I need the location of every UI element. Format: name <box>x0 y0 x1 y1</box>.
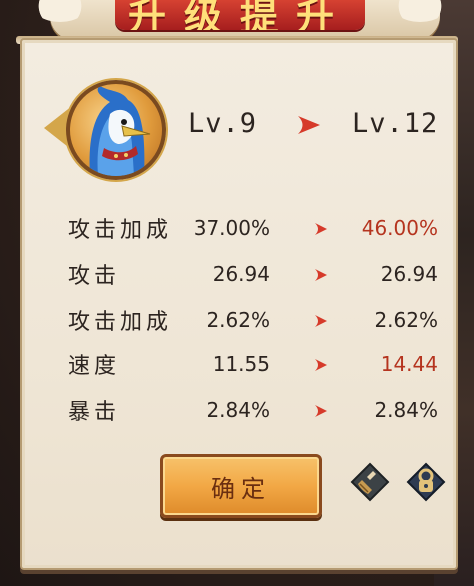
stat-row: 速度 11.55 14.44 <box>0 348 474 388</box>
level-next: Lv.12 <box>352 108 439 139</box>
level-current: Lv.9 <box>188 108 258 139</box>
confirm-button[interactable]: 确定 <box>160 454 322 518</box>
stat-name: 攻击 <box>68 264 121 289</box>
arrow-right-icon <box>315 315 327 327</box>
stat-old-value: 2.62% <box>206 308 270 332</box>
stat-old-value: 26.94 <box>212 262 270 286</box>
stat-name: 攻击加成 <box>68 218 173 243</box>
stat-new-value: 46.00% <box>361 216 438 240</box>
arrow-right-icon <box>315 359 327 371</box>
stat-new-value: 14.44 <box>380 352 438 376</box>
lock-icon[interactable] <box>406 462 446 502</box>
avatar <box>44 80 166 180</box>
stat-old-value: 37.00% <box>193 216 270 240</box>
stat-old-value: 11.55 <box>212 352 270 376</box>
arrow-right-icon <box>315 405 327 417</box>
arrow-right-icon <box>315 223 327 235</box>
stat-row: 攻击 26.94 26.94 <box>0 258 474 298</box>
stat-new-value: 2.84% <box>374 398 438 422</box>
stat-row: 暴击 2.84% 2.84% <box>0 394 474 434</box>
broom-icon[interactable] <box>350 462 390 502</box>
title-ribbon: 升级提升 <box>115 0 365 30</box>
stat-new-value: 26.94 <box>380 262 438 286</box>
stat-name: 攻击加成 <box>68 310 173 335</box>
avatar-frame <box>66 80 166 180</box>
bird-avatar-icon <box>89 86 151 176</box>
page-title: 升级提升 <box>127 0 352 30</box>
stat-new-value: 2.62% <box>374 308 438 332</box>
stat-old-value: 2.84% <box>206 398 270 422</box>
stat-row: 攻击加成 2.62% 2.62% <box>0 304 474 344</box>
stat-name: 速度 <box>68 354 121 379</box>
arrow-right-icon <box>298 116 320 134</box>
arrow-right-icon <box>315 269 327 281</box>
stat-row: 攻击加成 37.00% 46.00% <box>0 212 474 252</box>
stat-name: 暴击 <box>68 400 121 425</box>
